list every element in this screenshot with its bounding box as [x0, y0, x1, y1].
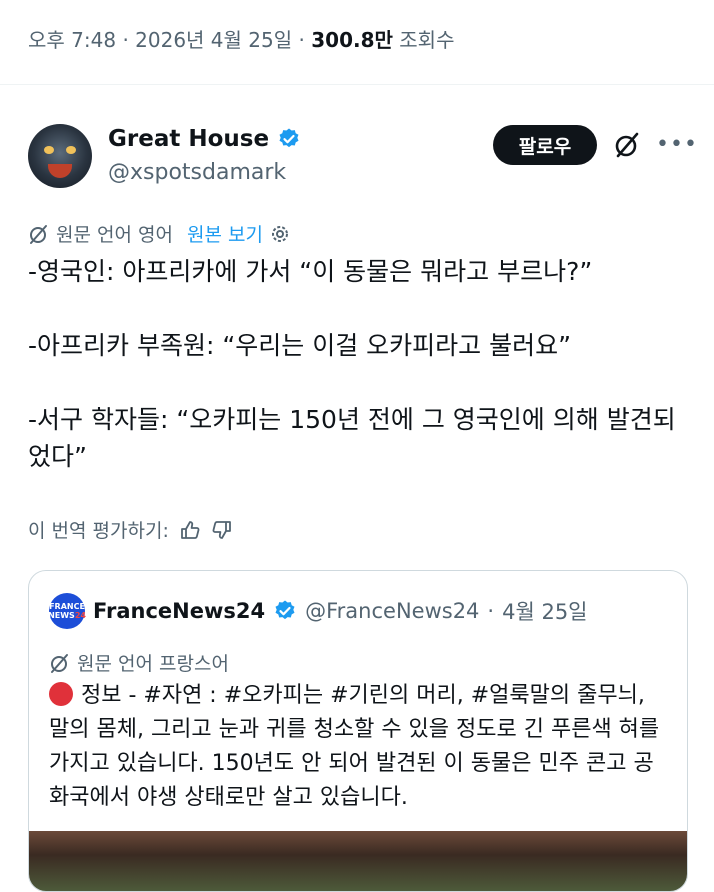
red-circle-icon	[49, 682, 73, 706]
author-handle[interactable]: @xspotsdamark	[108, 160, 286, 185]
thumbs-down-icon[interactable]	[211, 519, 233, 541]
thumbs-up-icon[interactable]	[179, 519, 201, 541]
more-icon[interactable]: •••	[656, 132, 698, 157]
translation-note-text: 원문 언어 영어	[56, 224, 173, 246]
tweet-time[interactable]: 오후 7:48	[28, 28, 116, 52]
translate-icon	[30, 224, 47, 244]
quoted-date[interactable]: 4월 25일	[502, 596, 587, 626]
quoted-translation-note: 원문 언어 프랑스어	[49, 649, 229, 676]
quoted-avatar[interactable]: FRANCE NEWS24	[48, 593, 86, 629]
tweet-meta: 오후 7:48 · 2026년 4월 25일 · 300.8만 조회수	[28, 28, 455, 52]
rate-translation-label: 이 번역 평가하기:	[28, 520, 169, 542]
quoted-media-image[interactable]	[29, 831, 687, 891]
verified-badge-icon	[279, 128, 299, 148]
quoted-tweet-header: FRANCE NEWS24 FranceNews24 @FranceNews24…	[48, 593, 588, 629]
translation-note: 원문 언어 영어 원본 보기	[28, 220, 291, 247]
grok-icon[interactable]	[612, 130, 642, 160]
views-count: 300.8만	[311, 28, 393, 52]
views-label: 조회수	[399, 28, 455, 52]
rate-translation: 이 번역 평가하기:	[28, 516, 233, 543]
tweet-line: -서구 학자들: “오카피는 150년 전에 그 영국인에 의해 발견되었다”	[28, 405, 676, 471]
settings-icon[interactable]	[269, 223, 291, 245]
avatar[interactable]	[28, 124, 92, 188]
divider	[0, 84, 714, 85]
verified-badge-icon	[275, 600, 295, 620]
tweet-text: -영국인: 아프리카에 가서 “이 동물은 뭐라고 부르나?” -아프리카 부족…	[28, 253, 688, 475]
author-name-row[interactable]: Great House	[108, 126, 301, 152]
translate-icon	[51, 653, 68, 673]
quoted-author-handle[interactable]: @FranceNews24	[305, 599, 479, 623]
quoted-tweet-text: 정보 - #자연 : #오카피는 #기린의 머리, #얼룩말의 줄무늬, 말의 …	[49, 679, 669, 815]
follow-button[interactable]: 팔로우	[493, 125, 597, 165]
show-original-link[interactable]: 원본 보기	[187, 220, 263, 247]
tweet-date[interactable]: 2026년 4월 25일	[135, 28, 292, 52]
quoted-author-name[interactable]: FranceNews24	[93, 599, 265, 623]
quoted-text-body: 정보 - #자연 : #오카피는 #기린의 머리, #얼룩말의 줄무늬, 말의 …	[49, 683, 660, 810]
quoted-tweet[interactable]: FRANCE NEWS24 FranceNews24 @FranceNews24…	[28, 570, 688, 892]
tweet-line: -영국인: 아프리카에 가서 “이 동물은 뭐라고 부르나?”	[28, 257, 593, 286]
tweet-line: -아프리카 부족원: “우리는 이걸 오카피라고 불러요”	[28, 331, 572, 360]
author-name[interactable]: Great House	[108, 126, 269, 152]
